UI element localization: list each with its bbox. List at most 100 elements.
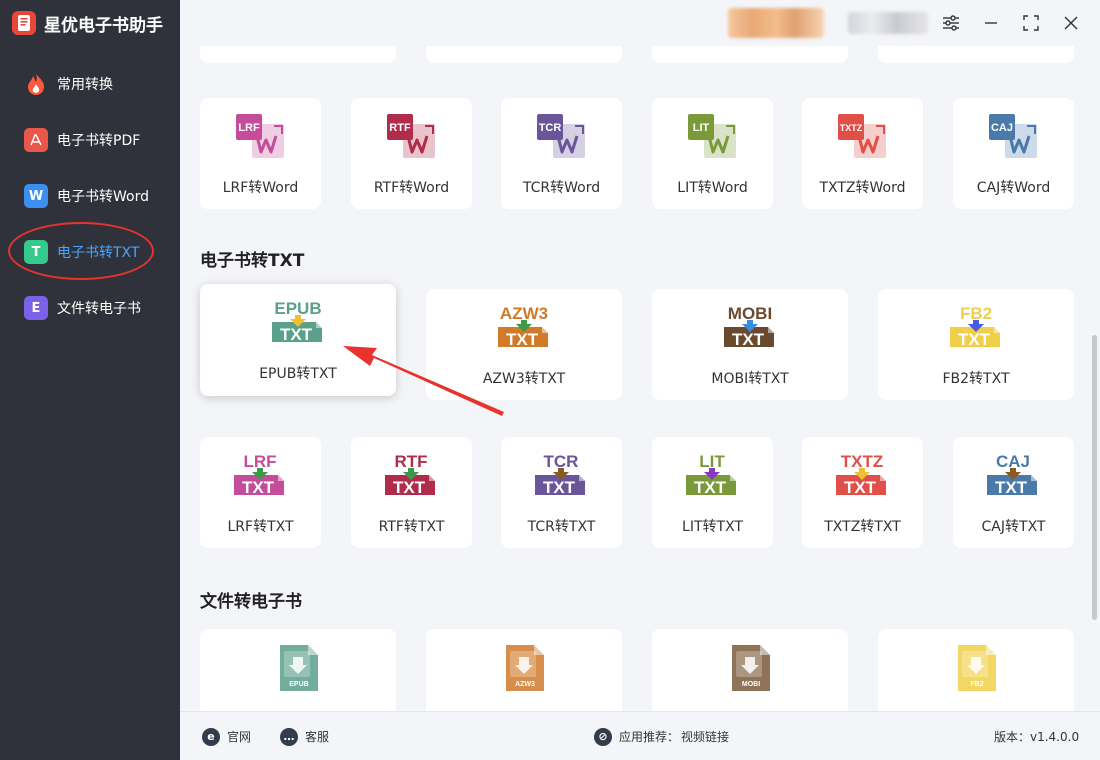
partial-card[interactable] [426, 46, 622, 63]
txt-format-icon: LRFTXT [234, 452, 284, 497]
convert-card-txt[interactable]: RTF TXT RTF转TXT [351, 437, 472, 548]
txt-format-icon: AZW3TXT [498, 304, 548, 349]
scrollbar[interactable] [1092, 335, 1097, 620]
sidebar-item-label: 文件转电子书 [57, 301, 141, 317]
txt-badge: TXT [694, 478, 727, 497]
partial-card[interactable] [878, 46, 1074, 63]
txt-badge: TXT [393, 478, 426, 497]
main-content: 电子书转TXT 文件转电子书 LRF LRF转Word RTF RTF转Word TCR… [180, 46, 1090, 711]
convert-card-txt[interactable]: AZW3 TXT AZW3转TXT [426, 289, 622, 400]
card-label: CAJ转Word [976, 180, 1051, 196]
minimize-icon[interactable] [978, 10, 1004, 36]
close-icon[interactable] [1058, 10, 1084, 36]
fire-icon [24, 72, 48, 96]
word-format-icon: CAJ [989, 114, 1037, 158]
convert-card-txt[interactable]: LIT TXT LIT转TXT [652, 437, 773, 548]
ebook-file-icon: AZW3 [506, 645, 544, 691]
txt-format-icon: MOBITXT [724, 304, 774, 349]
sidebar-item-4[interactable]: E 文件转电子书 [0, 280, 180, 336]
txt-format-icon: FB2TXT [950, 304, 1000, 349]
card-label: RTF转Word [373, 180, 450, 196]
recommend-area: ⊘ 应用推荐： 视频链接 [594, 712, 729, 760]
format-tag: EPUB [289, 681, 308, 688]
format-tag: LIT [693, 122, 710, 134]
card-label: EPUB转TXT [259, 366, 337, 382]
convert-card-file[interactable]: AZW3 [426, 629, 622, 711]
format-tag: CAJ [991, 122, 1013, 134]
convert-card-word[interactable]: RTF RTF转Word [351, 98, 472, 209]
card-label: TCR转TXT [527, 519, 596, 535]
sidebar-item-label: 电子书转TXT [57, 245, 140, 261]
convert-card-txt[interactable]: MOBI TXT MOBI转TXT [652, 289, 848, 400]
titlebar [180, 0, 1100, 46]
card-label: CAJ转TXT [981, 519, 1046, 535]
sidebar-item-label: 电子书转Word [57, 189, 149, 205]
convert-card-txt[interactable]: LRF TXT LRF转TXT [200, 437, 321, 548]
word-format-icon: RTF [387, 114, 435, 158]
convert-card-file[interactable]: EPUB [200, 629, 396, 711]
recommend-label: 应用推荐： [619, 730, 680, 744]
txt-format-icon: CAJTXT [987, 452, 1037, 497]
convert-card-txt[interactable]: TXTZ TXT TXTZ转TXT [802, 437, 923, 548]
convert-card-txt[interactable]: EPUB TXT EPUB转TXT [200, 284, 396, 396]
txt-badge: TXT [543, 478, 576, 497]
word-format-icon: TXTZ [838, 114, 886, 158]
card-label: LIT转Word [677, 180, 748, 196]
word-icon: W [24, 184, 48, 208]
format-tag: TCR [539, 122, 562, 134]
txt-icon: T [24, 240, 48, 264]
card-label: MOBI转TXT [711, 371, 789, 387]
card-label: LRF转Word [222, 180, 299, 196]
convert-card-txt[interactable]: TCR TXT TCR转TXT [501, 437, 622, 548]
convert-card-word[interactable]: TXTZ TXTZ转Word [802, 98, 923, 209]
convert-card-word[interactable]: CAJ CAJ转Word [953, 98, 1074, 209]
app-header: 星优电子书助手 [0, 0, 180, 46]
link-icon: ⊘ [594, 727, 612, 746]
txt-badge: TXT [958, 330, 991, 349]
card-label: RTF转TXT [378, 519, 445, 535]
footer: e 官网 … 客服 ⊘ 应用推荐： 视频链接 版本：v1.4.0.0 [180, 711, 1100, 760]
user-avatar-blurred[interactable] [728, 8, 824, 38]
txt-badge: TXT [280, 325, 313, 344]
partial-card[interactable] [200, 46, 396, 63]
ebook-file-icon: EPUB [280, 645, 318, 691]
convert-card-word[interactable]: TCR TCR转Word [501, 98, 622, 209]
txt-badge: TXT [242, 478, 275, 497]
ebook-file-icon: FB2 [958, 645, 996, 691]
convert-card-word[interactable]: LRF LRF转Word [200, 98, 321, 209]
partial-card[interactable] [652, 46, 848, 63]
convert-card-file[interactable]: MOBI [652, 629, 848, 711]
convert-card-txt[interactable]: FB2 TXT FB2转TXT [878, 289, 1074, 400]
card-label: TXTZ转Word [819, 180, 906, 196]
version-text: 版本：v1.4.0.0 [994, 730, 1080, 744]
convert-card-file[interactable]: FB2 [878, 629, 1074, 711]
format-tag: RTF [389, 122, 411, 134]
format-tag: TXTZ [840, 123, 863, 133]
format-tag: FB2 [970, 681, 983, 688]
sidebar-item-3[interactable]: T 电子书转TXT [0, 224, 180, 280]
website-link[interactable]: e 官网 [202, 712, 251, 760]
sidebar-item-1[interactable]: 电子书转PDF [0, 112, 180, 168]
section-title-txt: 电子书转TXT [200, 251, 305, 271]
ebook-icon: E [24, 296, 48, 320]
txt-format-icon: TXTZTXT [836, 452, 886, 497]
txt-badge: TXT [732, 330, 765, 349]
convert-card-word[interactable]: LIT LIT转Word [652, 98, 773, 209]
user-name-blurred[interactable] [848, 12, 928, 34]
sidebar-item-label: 常用转换 [57, 77, 113, 93]
convert-card-txt[interactable]: CAJ TXT CAJ转TXT [953, 437, 1074, 548]
sidebar: 星优电子书助手 常用转换电子书转PDF W 电子书转Word T 电子书转TXT E 文件转… [0, 0, 180, 760]
sidebar-item-2[interactable]: W 电子书转Word [0, 168, 180, 224]
card-label: TCR转Word [522, 180, 601, 196]
txt-format-icon: TCRTXT [535, 452, 585, 497]
support-link[interactable]: … 客服 [280, 712, 329, 760]
chat-icon: … [280, 727, 298, 746]
video-link[interactable]: 视频链接 [681, 728, 729, 745]
card-label: TXTZ转TXT [824, 519, 901, 535]
sidebar-item-0[interactable]: 常用转换 [0, 56, 180, 112]
txt-badge: TXT [506, 330, 539, 349]
format-tag: AZW3 [515, 681, 535, 688]
word-format-icon: LRF [236, 114, 284, 158]
settings-sliders-icon[interactable] [938, 10, 964, 36]
maximize-icon[interactable] [1018, 10, 1044, 36]
